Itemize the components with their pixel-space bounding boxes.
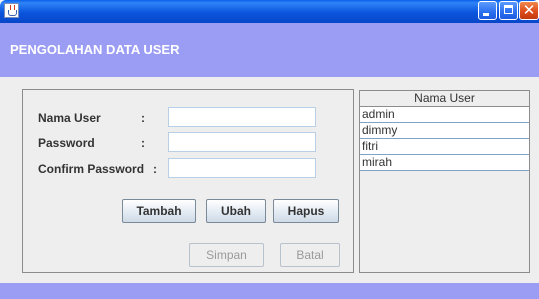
confirm-password-label: Confirm Password	[38, 162, 145, 176]
user-form-panel: Nama User : Password : Confirm Password …	[22, 89, 354, 273]
confirm-password-input[interactable]	[168, 158, 316, 178]
table-row[interactable]: mirah	[360, 155, 529, 171]
close-button[interactable]: ✕	[519, 1, 539, 20]
maximize-button[interactable]	[499, 1, 518, 20]
footer-band	[0, 283, 539, 299]
table-row[interactable]: fitri	[360, 139, 529, 155]
table-column-header[interactable]: Nama User	[360, 91, 529, 107]
nama-user-colon: :	[141, 111, 145, 125]
minimize-button[interactable]	[478, 1, 497, 20]
maximize-icon	[504, 5, 513, 14]
hapus-button[interactable]: Hapus	[273, 199, 339, 223]
password-label: Password	[38, 136, 95, 150]
table-row[interactable]: admin	[360, 107, 529, 123]
password-input[interactable]	[168, 132, 316, 152]
confirm-password-colon: :	[153, 162, 157, 176]
nama-user-input[interactable]	[168, 107, 316, 127]
title-bar[interactable]: ✕	[0, 0, 539, 23]
user-table: Nama User admin dimmy fitri mirah	[359, 90, 530, 273]
password-colon: :	[141, 136, 145, 150]
minimize-icon	[483, 13, 489, 16]
app-window: ✕ PENGOLAHAN DATA USER Nama User : Passw…	[0, 0, 539, 299]
table-row[interactable]: dimmy	[360, 123, 529, 139]
batal-button[interactable]: Batal	[280, 243, 340, 267]
ubah-button[interactable]: Ubah	[206, 199, 266, 223]
java-cup-icon[interactable]	[4, 3, 19, 18]
simpan-button[interactable]: Simpan	[189, 243, 264, 267]
tambah-button[interactable]: Tambah	[122, 199, 196, 223]
close-icon: ✕	[522, 1, 536, 19]
header-band: PENGOLAHAN DATA USER	[0, 23, 539, 77]
nama-user-label: Nama User	[38, 111, 101, 125]
page-title: PENGOLAHAN DATA USER	[10, 42, 180, 57]
content-area: Nama User : Password : Confirm Password …	[0, 77, 539, 283]
